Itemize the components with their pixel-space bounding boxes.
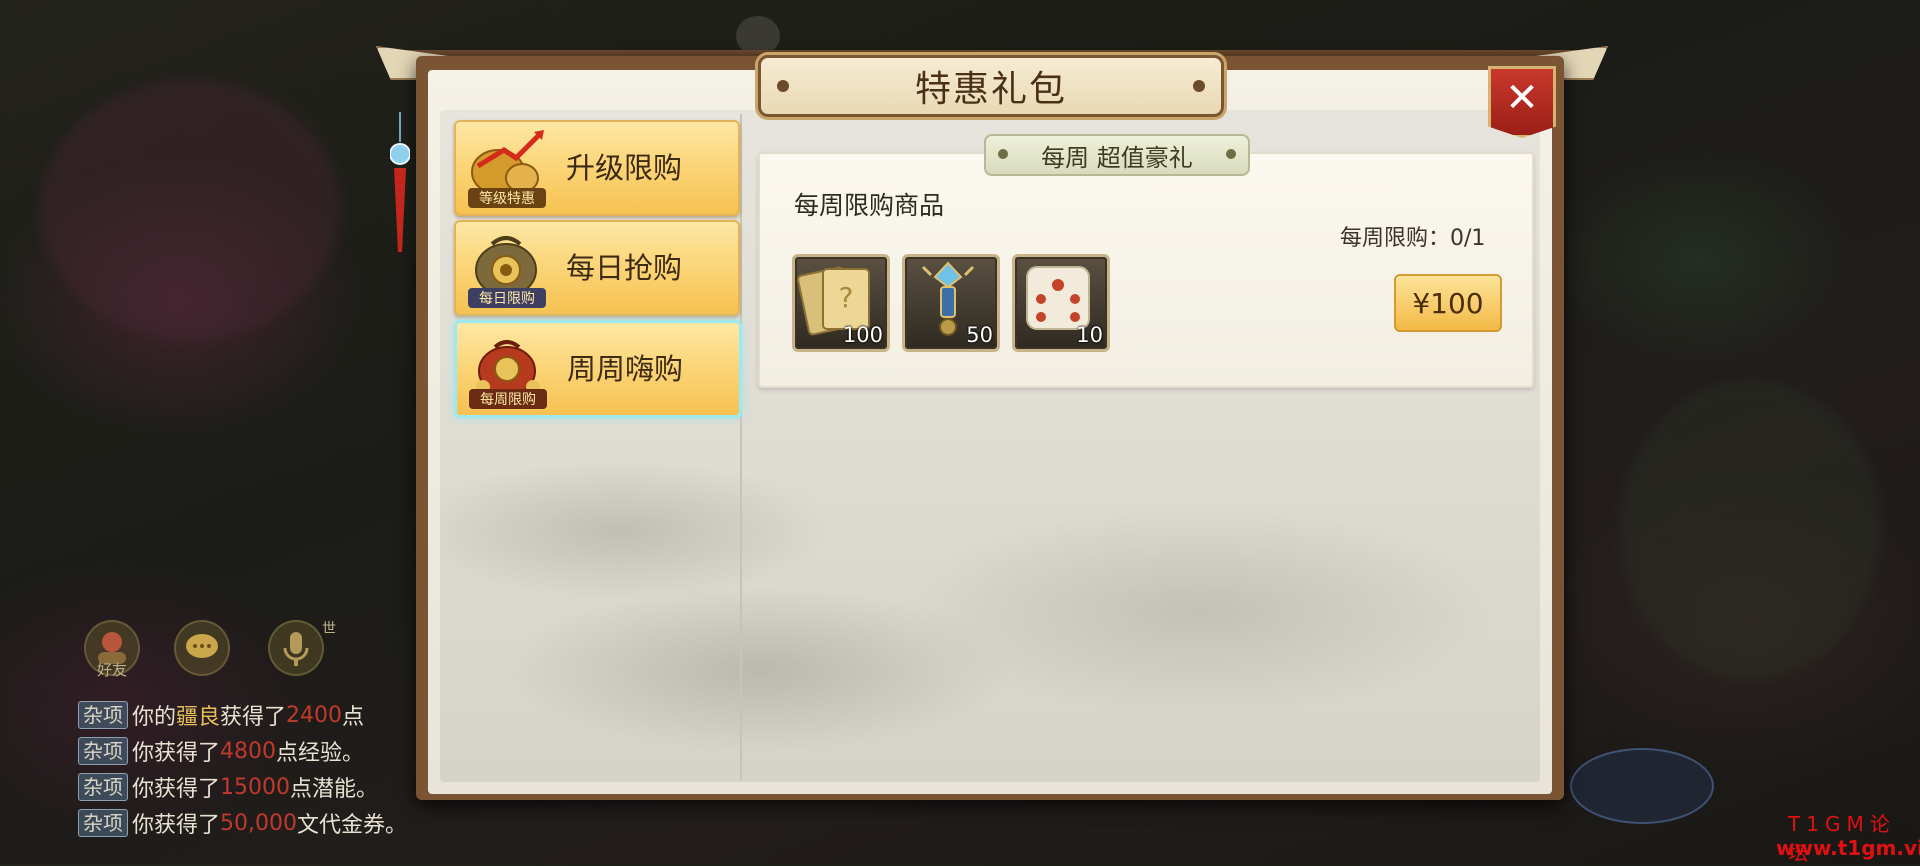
- tab-icon-label: 等级特惠: [479, 190, 535, 207]
- tab-divider: [740, 114, 742, 780]
- chat-tag: 杂项: [78, 701, 128, 729]
- tab-label: 每日抢购: [566, 251, 683, 285]
- weekly-offer-title: 每周 超值豪礼: [1041, 143, 1193, 172]
- chat-number: 2400: [286, 702, 343, 728]
- chat-text: 你的: [132, 705, 177, 730]
- chat-text: 你获得了: [132, 741, 221, 766]
- item-quantity: 10: [1076, 323, 1103, 347]
- svg-text:?: ?: [839, 281, 854, 314]
- red-bag-icon: 每周限购: [469, 340, 547, 409]
- background-foliage: [40, 80, 340, 340]
- chat-bubble-icon: [186, 634, 218, 658]
- chat-tag: 杂项: [78, 737, 128, 765]
- chat-text: 点潜能。: [290, 777, 379, 802]
- chat-button[interactable]: [174, 620, 230, 676]
- close-icon: ✕: [1505, 75, 1539, 121]
- reward-item[interactable]: ? 100: [792, 254, 890, 352]
- chat-text: 你获得了: [132, 813, 221, 838]
- chat-text: 点经验。: [276, 741, 365, 766]
- chat-number: 4800: [220, 738, 277, 764]
- buy-price-button[interactable]: ¥100: [1394, 274, 1502, 332]
- reward-item[interactable]: 10: [1012, 254, 1110, 352]
- chat-tag: 杂项: [78, 809, 128, 837]
- item-quantity: 100: [842, 323, 883, 347]
- weekly-offer-header: 每周 超值豪礼: [984, 134, 1250, 176]
- chat-number: 50,000: [220, 810, 297, 836]
- coin-bag-icon: 每日限购: [468, 236, 546, 308]
- tab-icon-label: 每日限购: [479, 291, 535, 307]
- money-bag-arrow-icon: 等级特惠: [468, 130, 546, 208]
- chat-text: 点: [342, 705, 365, 730]
- close-button[interactable]: ✕: [1488, 66, 1556, 138]
- chat-text: 你获得了: [132, 777, 221, 802]
- tab-label: 升级限购: [566, 151, 683, 185]
- tab-icon-label: 每周限购: [480, 392, 536, 408]
- voice-button[interactable]: 世: [268, 620, 336, 676]
- item-quantity: 50: [966, 323, 993, 347]
- friends-label: 好友: [96, 661, 127, 679]
- tab-weekly-sale[interactable]: 每周限购 周周嗨购: [454, 320, 742, 418]
- window-title-plate: 特惠礼包: [758, 55, 1224, 117]
- chat-text: 获得了: [220, 705, 287, 730]
- jade-pendant-icon: [390, 112, 410, 252]
- chat-highlight: 疆良: [176, 705, 221, 730]
- background-foliage: [1620, 380, 1880, 680]
- skill-orb[interactable]: [1570, 748, 1714, 824]
- world-channel-tag: 世: [322, 621, 336, 637]
- watermark-url: www.t1gm.vip: [1776, 836, 1920, 860]
- tab-level-limited[interactable]: 等级特惠 升级限购: [454, 120, 740, 216]
- chat-text: 文代金券。: [297, 813, 408, 838]
- chat-tag: 杂项: [78, 773, 128, 801]
- chat-number: 15000: [220, 774, 291, 800]
- reward-item[interactable]: 50: [902, 254, 1000, 352]
- tab-daily-flash[interactable]: 每日限购 每日抢购: [454, 220, 740, 316]
- weekly-offer-subtitle: 每周限购商品: [794, 191, 945, 220]
- window-title: 特惠礼包: [914, 69, 1067, 110]
- friends-button[interactable]: 好友: [84, 620, 140, 679]
- microphone-icon: [283, 632, 309, 666]
- weekly-purchase-limit: 每周限购：0/1: [1340, 226, 1486, 251]
- chat-line: 杂项 你获得了 50,000 文代金券。: [78, 805, 478, 841]
- tab-label: 周周嗨购: [567, 352, 684, 386]
